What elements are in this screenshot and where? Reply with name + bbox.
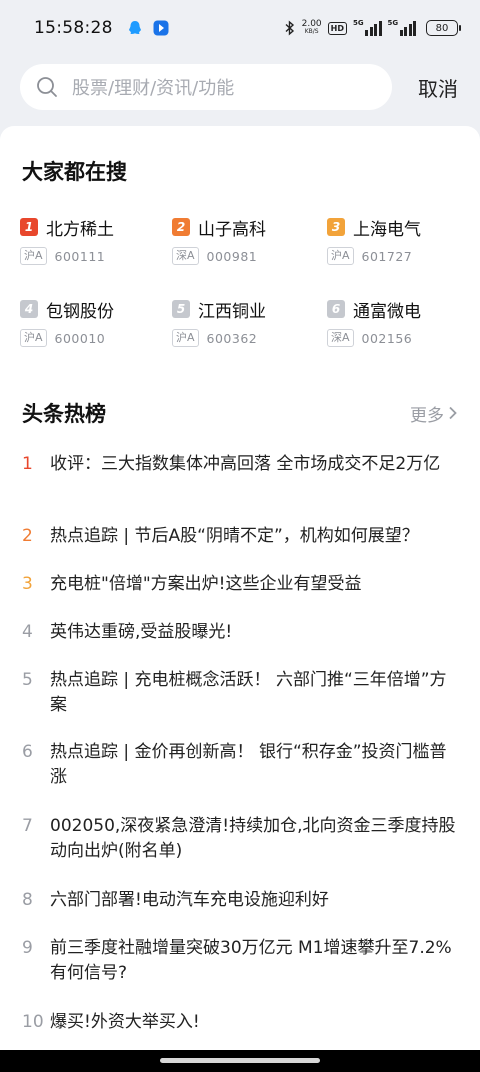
- battery-level: 80: [435, 22, 449, 34]
- news-headline: 热点追踪 | 金价再创新高！ 银行“积存金”投资门槛普涨: [50, 742, 447, 787]
- signal-2-label: 5G: [387, 19, 399, 27]
- rank-badge: 5: [172, 300, 190, 318]
- main-card: 大家都在搜 1 北方稀土沪A 600111 2 山子高科深A 000981 3 上海电气沪A 6…: [0, 126, 480, 1050]
- stock-name: 通富微电: [353, 301, 421, 322]
- network-speed-unit: KB/S: [304, 28, 319, 35]
- stock-code: 002156: [361, 330, 413, 346]
- rank-badge: 2: [172, 218, 190, 236]
- news-headline: 热点追踪 | 节后A股“阴晴不定”，机构如何展望？: [50, 526, 419, 546]
- market-tag: 沪A: [172, 329, 199, 347]
- news-headline: 充电桩"倍增"方案出炉!这些企业有望受益: [50, 574, 362, 594]
- status-indicators: 2.00 KB/S HD 5G 5G 80: [284, 19, 461, 36]
- stock-code: 600362: [206, 330, 258, 346]
- signal-1-label: 5G: [353, 19, 364, 27]
- hot-stock-item[interactable]: 6 通富微电深A 002156: [327, 298, 467, 358]
- market-tag: 沪A: [20, 247, 47, 265]
- hot-stock-item[interactable]: 1 北方稀土沪A 600111: [20, 216, 160, 276]
- news-item[interactable]: 2 热点追踪 | 节后A股“阴晴不定”，机构如何展望？: [22, 524, 462, 549]
- bluetooth-icon: [284, 20, 296, 36]
- rank-badge: 6: [327, 300, 345, 318]
- chevron-right-icon: [449, 406, 457, 420]
- network-speed-value: 2.00: [301, 19, 322, 29]
- hot-stock-item[interactable]: 3 上海电气沪A 601727: [327, 216, 467, 276]
- rank-badge: 4: [20, 300, 38, 318]
- stock-name: 上海电气: [353, 219, 421, 240]
- search-placeholder: 股票/理财/资讯/功能: [72, 78, 235, 99]
- hot-stock-item[interactable]: 5 江西铜业沪A 600362: [172, 298, 312, 358]
- news-rank: 4: [22, 622, 33, 642]
- news-rank: 6: [22, 742, 33, 762]
- news-header: 头条热榜 更多: [22, 398, 458, 428]
- market-tag: 沪A: [20, 329, 47, 347]
- market-tag: 沪A: [327, 247, 354, 265]
- search-input[interactable]: 股票/理财/资讯/功能: [20, 64, 392, 110]
- market-tag: 深A: [172, 247, 199, 265]
- news-rank: 2: [22, 526, 33, 546]
- home-indicator[interactable]: [160, 1058, 320, 1063]
- news-headline: 前三季度社融增量突破30万亿元 M1增速攀升至7.2%有何信号?: [50, 938, 452, 983]
- news-item[interactable]: 9 前三季度社融增量突破30万亿元 M1增速攀升至7.2%有何信号?: [22, 936, 462, 986]
- news-headline: 收评：三大指数集体冲高回落 全市场成交不足2万亿: [50, 454, 441, 474]
- news-item[interactable]: 7 002050,深夜紧急澄清!持续加仓,北向资金三季度持股动向出炉(附名单): [22, 814, 462, 864]
- news-rank: 1: [22, 454, 33, 474]
- rank-badge: 1: [20, 218, 38, 236]
- search-icon: [37, 77, 57, 97]
- news-item[interactable]: 5 热点追踪 | 充电桩概念活跃！ 六部门推“三年倍增”方案: [22, 668, 462, 718]
- app-notification-icon: [153, 20, 169, 36]
- stock-code: 000981: [206, 248, 258, 264]
- stock-name: 北方稀土: [46, 219, 114, 240]
- status-bar: 15:58:28 2.00 KB/S HD 5G 5G 80: [0, 0, 480, 56]
- stock-name: 江西铜业: [198, 301, 266, 322]
- news-headline: 热点追踪 | 充电桩概念活跃！ 六部门推“三年倍增”方案: [50, 670, 447, 715]
- stock-name: 包钢股份: [46, 301, 114, 322]
- stock-code: 600010: [54, 330, 106, 346]
- hot-stock-item[interactable]: 2 山子高科深A 000981: [172, 216, 312, 276]
- battery-icon: 80: [426, 20, 461, 36]
- news-rank: 9: [22, 938, 33, 958]
- search-header: 股票/理财/资讯/功能 取消: [20, 64, 460, 110]
- news-item[interactable]: 1 收评：三大指数集体冲高回落 全市场成交不足2万亿: [22, 452, 462, 477]
- cancel-button[interactable]: 取消: [418, 73, 460, 102]
- rank-badge: 3: [327, 218, 345, 236]
- news-rank: 8: [22, 890, 33, 910]
- more-label: 更多: [410, 405, 444, 426]
- news-rank: 5: [22, 670, 33, 690]
- hd-badge: HD: [327, 21, 347, 35]
- qq-icon: [127, 20, 143, 36]
- news-item[interactable]: 4 英伟达重磅,受益股曝光!: [22, 620, 462, 645]
- more-link[interactable]: 更多: [410, 401, 458, 426]
- news-item[interactable]: 3 充电桩"倍增"方案出炉!这些企业有望受益: [22, 572, 462, 597]
- news-rank: 10: [22, 1012, 44, 1032]
- signal-2-icon: 5G: [387, 19, 416, 36]
- news-item[interactable]: 8 六部门部署!电动汽车充电设施迎利好: [22, 888, 462, 913]
- news-headline: 002050,深夜紧急澄清!持续加仓,北向资金三季度持股动向出炉(附名单): [50, 816, 456, 861]
- news-section-title: 头条热榜: [22, 402, 106, 426]
- news-rank: 3: [22, 574, 33, 594]
- news-rank: 7: [22, 816, 33, 836]
- market-tag: 深A: [327, 329, 354, 347]
- status-time: 15:58:28: [34, 18, 113, 38]
- news-item[interactable]: 6 热点追踪 | 金价再创新高！ 银行“积存金”投资门槛普涨: [22, 740, 462, 790]
- hot-search-title: 大家都在搜: [22, 160, 127, 184]
- stock-code: 600111: [54, 248, 106, 264]
- network-speed: 2.00 KB/S: [302, 20, 322, 36]
- news-headline: 爆买!外资大举买入!: [50, 1012, 200, 1032]
- hot-stock-item[interactable]: 4 包钢股份沪A 600010: [20, 298, 160, 358]
- news-headline: 六部门部署!电动汽车充电设施迎利好: [50, 890, 329, 910]
- news-item[interactable]: 10 爆买!外资大举买入!: [22, 1010, 462, 1035]
- stock-name: 山子高科: [198, 219, 266, 240]
- stock-code: 601727: [361, 248, 413, 264]
- news-headline: 英伟达重磅,受益股曝光!: [50, 622, 233, 642]
- signal-1-icon: 5G: [353, 19, 382, 36]
